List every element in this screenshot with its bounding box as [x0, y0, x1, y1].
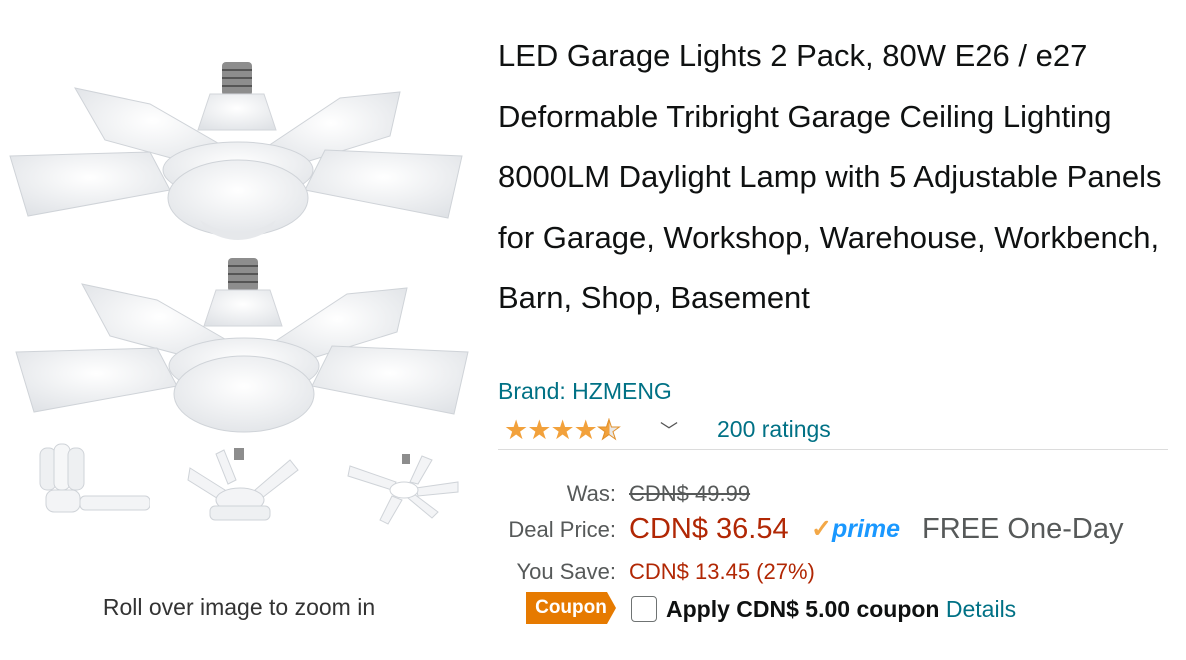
chevron-down-icon[interactable]: ﹀	[660, 417, 678, 443]
you-save-amount: CDN$ 13.45 (27%)	[629, 559, 815, 584]
star-icon: ★	[527, 415, 551, 445]
checkmark-icon: ✓	[811, 515, 832, 543]
coupon-badge: Coupon	[526, 592, 616, 624]
prime-badge: ✓prime	[811, 514, 900, 544]
was-price: CDN$ 49.99	[629, 481, 751, 506]
divider	[498, 449, 1168, 450]
brand-link[interactable]: Brand: HZMENG	[498, 378, 672, 405]
prime-label: prime	[831, 515, 901, 543]
deal-price: CDN$ 36.54	[629, 513, 789, 545]
thumbnail-flat[interactable]	[340, 440, 460, 530]
deal-price-label: Deal Price:	[508, 517, 616, 542]
ratings-count-link[interactable]: 200 ratings	[717, 416, 831, 443]
coupon-label[interactable]: Apply CDN$ 5.00 coupon	[666, 596, 939, 622]
star-icon: ★	[550, 415, 574, 445]
thumbnail-angled[interactable]	[180, 440, 300, 530]
you-save-label: You Save:	[516, 559, 617, 584]
star-icon: ★	[504, 415, 528, 445]
half-star-icon: ★	[596, 415, 621, 446]
was-label: Was:	[566, 481, 616, 506]
free-delivery-text: FREE One-Day	[922, 513, 1124, 545]
coupon-text: Apply CDN$ 5.00 coupon Details	[666, 596, 1016, 623]
zoom-hint: Roll over image to zoom in	[102, 594, 376, 620]
coupon-checkbox[interactable]	[631, 596, 657, 622]
main-product-image[interactable]	[0, 40, 480, 440]
star-rating[interactable]: ★★★★★	[504, 415, 622, 446]
star-icon: ★	[573, 415, 598, 445]
image-gallery: Roll over image to zoom in	[0, 0, 480, 660]
coupon-details-link[interactable]: Details	[946, 596, 1016, 622]
rating-row: ★★★★★ ﹀ 200 ratings	[498, 413, 1178, 449]
thumbnail-folded[interactable]	[30, 440, 150, 530]
product-title: LED Garage Lights 2 Pack, 80W E26 / e27 …	[498, 38, 1162, 315]
